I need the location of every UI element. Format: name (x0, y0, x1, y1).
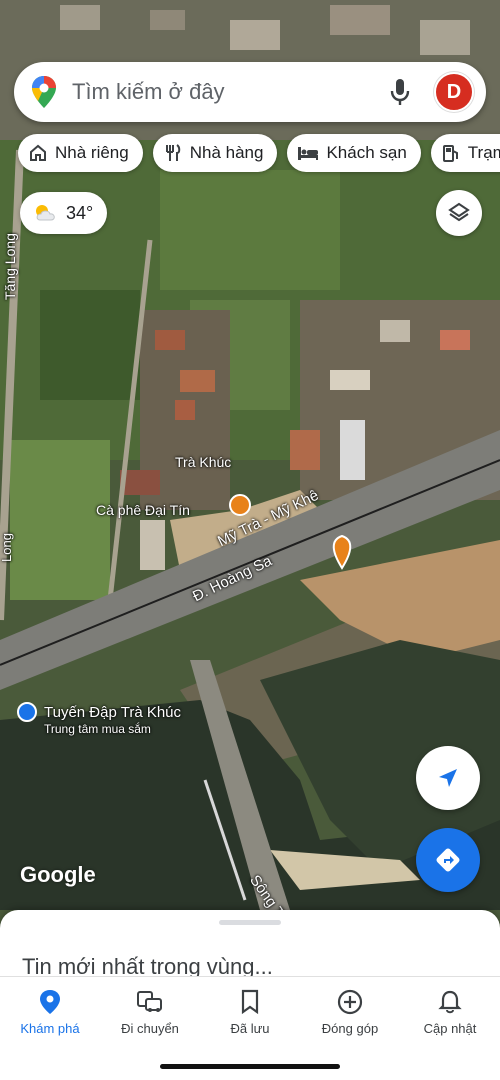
chip-restaurant[interactable]: Nhà hàng (152, 134, 278, 172)
nav-updates-label: Cập nhật (423, 1021, 477, 1036)
chip-hotel-label: Khách sạn (326, 143, 407, 162)
chip-home-label: Nhà riêng (55, 143, 129, 162)
nav-explore-label: Khám phá (20, 1021, 80, 1036)
weather-temp: 34° (66, 202, 94, 223)
map-label-tuyen-dap[interactable]: Tuyến Đập Trà Khúc (44, 704, 181, 721)
account-avatar[interactable]: D (434, 72, 474, 112)
weather-chip[interactable]: 34° (20, 192, 108, 234)
layers-button[interactable] (436, 190, 482, 236)
search-input[interactable]: Tìm kiếm ở đây (72, 79, 388, 105)
directions-icon (436, 848, 460, 872)
nav-commute[interactable]: Đi chuyển (100, 977, 200, 1047)
directions-button[interactable] (416, 828, 480, 892)
nav-contribute-label: Đóng góp (321, 1021, 379, 1036)
my-location-button[interactable] (416, 746, 480, 810)
chip-gas-station-label: Trạm (467, 143, 500, 162)
map-label-ca-phe[interactable]: Cà phê Đại Tín (96, 502, 190, 518)
chip-hotel[interactable]: Khách sạn (287, 134, 421, 172)
gas-station-icon (442, 145, 458, 162)
layers-icon (448, 202, 470, 222)
map-label-long[interactable]: Long (0, 533, 14, 562)
nav-saved[interactable]: Đã lưu (200, 977, 300, 1047)
category-chips: Nhà riêng Nhà hàng Khách sạn Trạm (18, 134, 500, 172)
nav-contribute[interactable]: Đóng góp (300, 977, 400, 1047)
nav-commute-label: Đi chuyển (121, 1021, 179, 1036)
bottom-navigation: Khám phá Đi chuyển Đã lưu Đóng góp Cập n… (0, 976, 500, 1047)
bookmark-icon (241, 989, 259, 1015)
microphone-icon[interactable] (388, 77, 412, 107)
partly-cloudy-icon (36, 205, 55, 221)
chip-gas-station[interactable]: Trạm (430, 134, 500, 172)
commute-icon (137, 991, 162, 1012)
bell-icon (438, 990, 462, 1014)
map-label-trung-tam: Trung tâm mua sắm (44, 722, 151, 736)
home-icon (30, 144, 46, 161)
map-label-tra-khuc[interactable]: Trà Khúc (175, 454, 231, 470)
explore-pin-icon (40, 990, 60, 1014)
google-watermark: Google (20, 862, 96, 887)
restaurant-icon (165, 144, 180, 161)
home-indicator[interactable] (160, 1064, 340, 1069)
map-label-tang-long[interactable]: Tăng Long (2, 233, 18, 300)
nav-saved-label: Đã lưu (230, 1021, 270, 1036)
chip-home[interactable]: Nhà riêng (18, 134, 143, 172)
chip-restaurant-label: Nhà hàng (189, 143, 264, 162)
hotel-icon (298, 147, 319, 160)
nav-explore[interactable]: Khám phá (0, 977, 100, 1047)
add-circle-icon (337, 989, 363, 1015)
search-bar[interactable]: Tìm kiếm ở đây D (14, 62, 486, 122)
sheet-handle[interactable] (219, 920, 281, 925)
nav-updates[interactable]: Cập nhật (400, 977, 500, 1047)
google-maps-pin-icon (32, 76, 56, 108)
navigation-arrow-icon (439, 769, 457, 787)
